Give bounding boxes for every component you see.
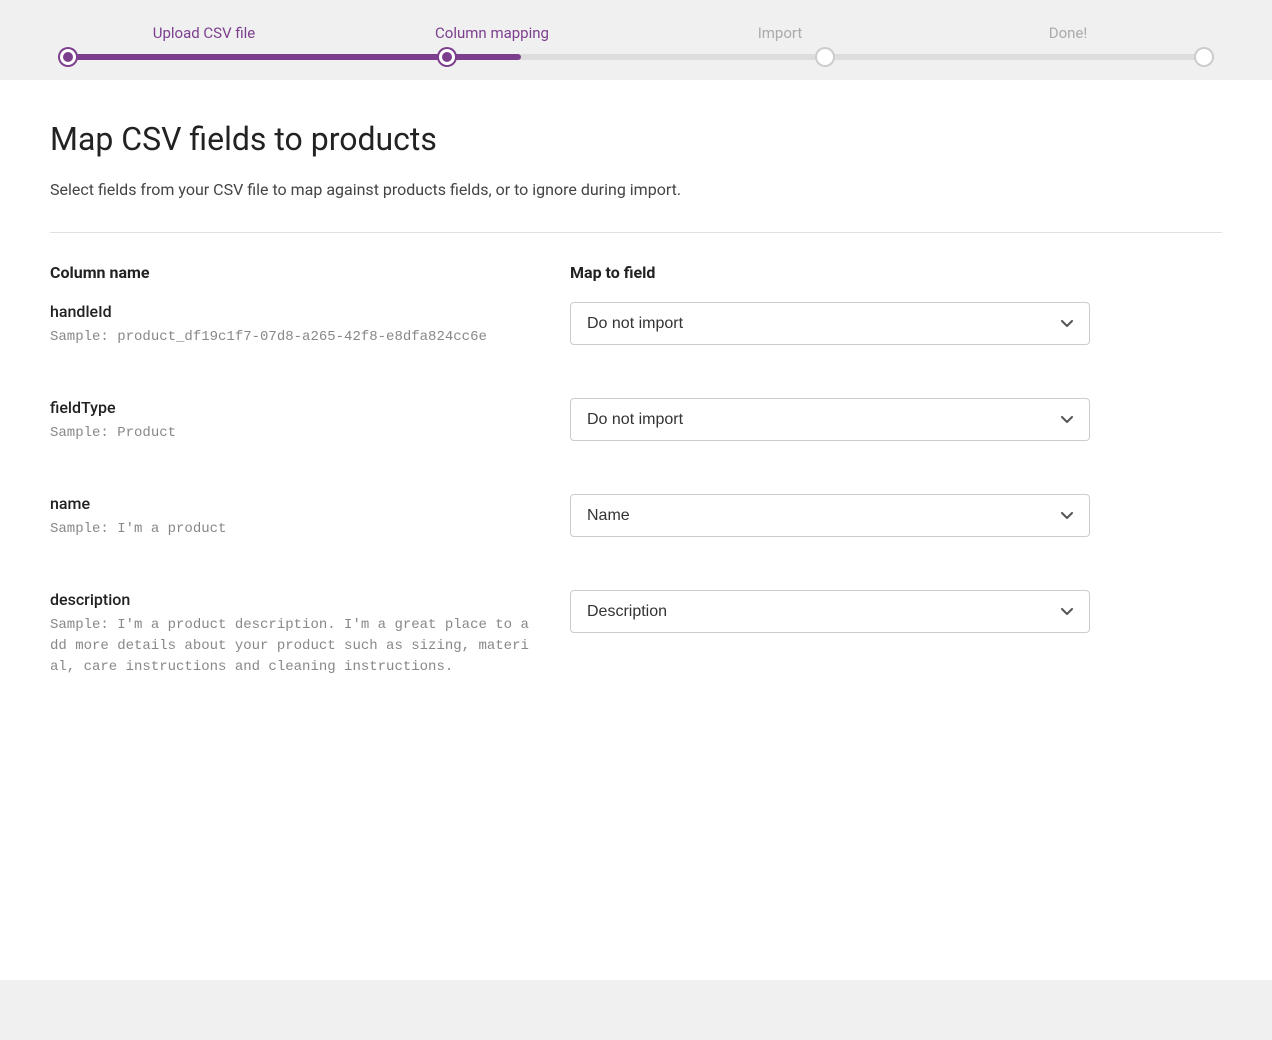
field-name-0: handleId	[50, 302, 530, 321]
field-row: description Sample: I'm a product descrip…	[50, 590, 1222, 698]
field-name-2: name	[50, 494, 530, 513]
stepper-label-upload: Upload CSV file	[60, 24, 348, 42]
field-sample-2: Sample: I'm a product	[50, 519, 530, 540]
stepper-dot-4	[1196, 49, 1212, 65]
field-map-3: Do not importHandle IDNameDescriptionPri…	[570, 590, 1222, 633]
main-content: Map CSV fields to products Select fields…	[0, 80, 1272, 980]
field-row: name Sample: I'm a product Do not importHa…	[50, 494, 1222, 560]
stepper-label-done: Done!	[924, 24, 1212, 42]
field-name-1: fieldType	[50, 398, 530, 417]
column-name-header: Column name	[50, 263, 570, 282]
field-name-3: description	[50, 590, 530, 609]
field-rows-container: handleId Sample: product_df19c1f7-07d8-a2…	[50, 302, 1222, 698]
field-sample-3: Sample: I'm a product description. I'm a…	[50, 615, 530, 678]
page-title: Map CSV fields to products	[50, 120, 1222, 158]
field-sample-1: Sample: Product	[50, 423, 530, 444]
stepper-label-import: Import	[636, 24, 924, 42]
field-info-2: name Sample: I'm a product	[50, 494, 570, 540]
field-info-1: fieldType Sample: Product	[50, 398, 570, 444]
map-select-3[interactable]: Do not importHandle IDNameDescriptionPri…	[570, 590, 1090, 633]
stepper-dot-1	[60, 49, 76, 65]
field-sample-0: Sample: product_df19c1f7-07d8-a265-42f8-…	[50, 327, 530, 348]
stepper-dot-3	[817, 49, 833, 65]
field-map-1: Do not importHandle IDNameDescriptionPri…	[570, 398, 1222, 441]
field-map-2: Do not importHandle IDNameDescriptionPri…	[570, 494, 1222, 537]
stepper-label-mapping: Column mapping	[348, 24, 636, 42]
field-map-0: Do not importHandle IDNameDescriptionPri…	[570, 302, 1222, 345]
field-row: fieldType Sample: Product Do not importHan…	[50, 398, 1222, 464]
stepper-section: Upload CSV file Column mapping Import Do…	[0, 0, 1272, 60]
page-description: Select fields from your CSV file to map …	[50, 178, 1222, 202]
field-info-3: description Sample: I'm a product descrip…	[50, 590, 570, 678]
map-select-0[interactable]: Do not importHandle IDNameDescriptionPri…	[570, 302, 1090, 345]
map-to-field-header: Map to field	[570, 263, 1222, 282]
column-headers: Column name Map to field	[50, 263, 1222, 282]
field-info-0: handleId Sample: product_df19c1f7-07d8-a2…	[50, 302, 570, 348]
map-select-1[interactable]: Do not importHandle IDNameDescriptionPri…	[570, 398, 1090, 441]
stepper-dot-2	[439, 49, 455, 65]
stepper-labels: Upload CSV file Column mapping Import Do…	[40, 24, 1232, 42]
stepper-track	[60, 54, 1212, 60]
field-row: handleId Sample: product_df19c1f7-07d8-a2…	[50, 302, 1222, 368]
map-select-2[interactable]: Do not importHandle IDNameDescriptionPri…	[570, 494, 1090, 537]
divider	[50, 232, 1222, 233]
stepper-dots	[60, 49, 1212, 65]
